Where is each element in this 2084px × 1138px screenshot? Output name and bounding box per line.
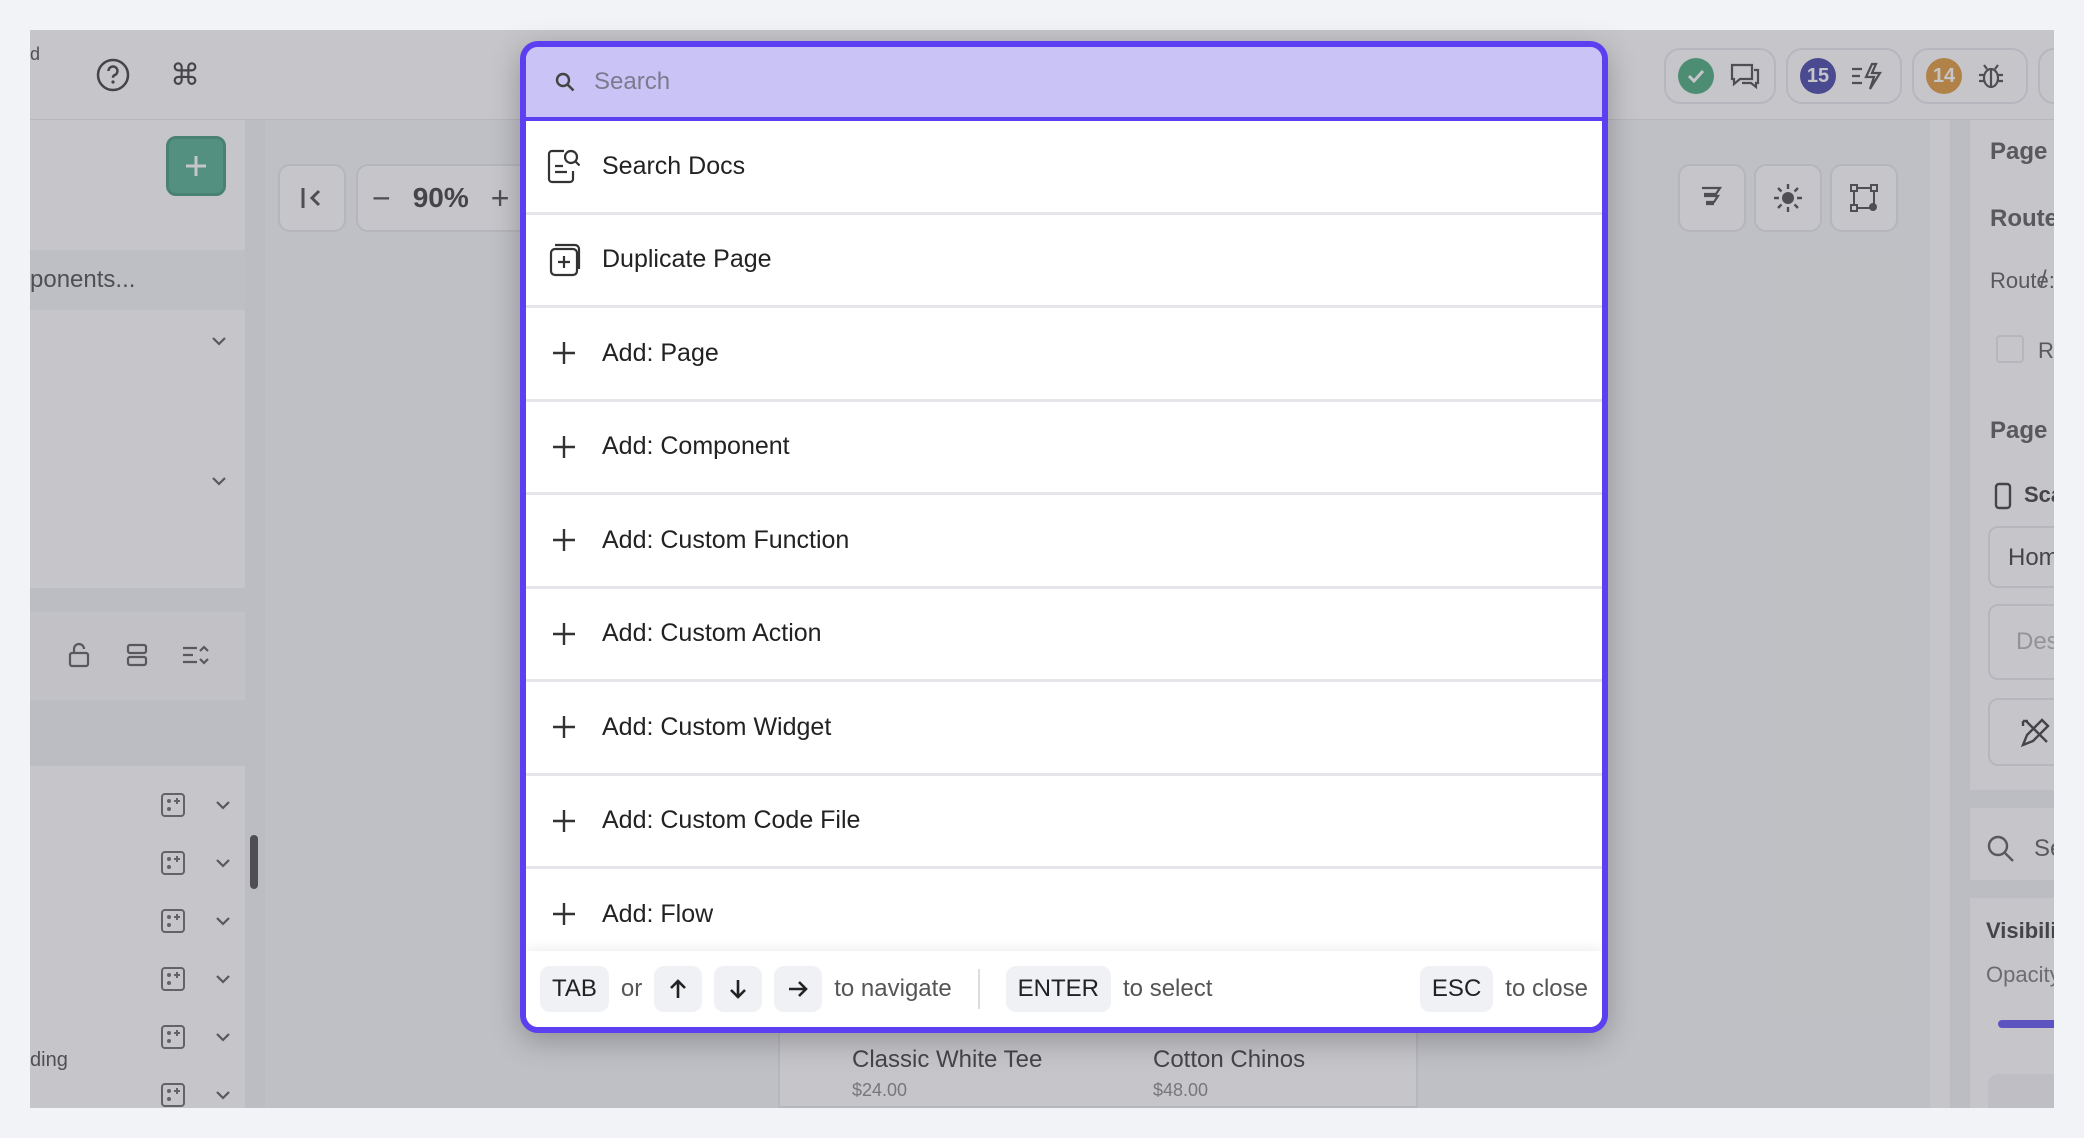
palette-item-label: Add: Page: [602, 338, 719, 367]
navigate-hint: to navigate: [834, 975, 952, 1002]
plus-icon: [544, 520, 584, 560]
plus-icon: [544, 427, 584, 467]
palette-item-label: Add: Custom Action: [602, 619, 822, 648]
palette-item-duplicate-page[interactable]: Duplicate Page: [526, 215, 1602, 308]
palette-item-label: Add: Component: [602, 432, 790, 461]
palette-item-label: Search Docs: [602, 151, 746, 180]
palette-item-add-custom-function[interactable]: Add: Custom Function: [526, 495, 1602, 589]
plus-icon: [544, 894, 584, 934]
duplicate-page-icon: [544, 240, 584, 280]
palette-search-bar: [526, 47, 1602, 121]
palette-item-label: Duplicate Page: [602, 245, 772, 274]
plus-icon: [544, 614, 584, 654]
palette-item-add-custom-action[interactable]: Add: Custom Action: [526, 589, 1602, 682]
palette-item-search-docs[interactable]: Search Docs: [526, 121, 1602, 215]
palette-search-input[interactable]: [594, 68, 1494, 96]
palette-footer: TAB or to navigate ENTER to select ESC t…: [526, 951, 1602, 1027]
palette-item-add-custom-code-file[interactable]: Add: Custom Code File: [526, 776, 1602, 869]
or-text: or: [620, 975, 643, 1002]
palette-item-label: Add: Custom Code File: [602, 806, 861, 835]
enter-key: ENTER: [1005, 966, 1112, 1012]
command-palette: Search Docs Duplicate Page Add: Page Add…: [520, 41, 1608, 1033]
palette-item-add-custom-widget[interactable]: Add: Custom Widget: [526, 682, 1602, 776]
palette-item-add-flow[interactable]: Add: Flow: [526, 869, 1602, 963]
plus-icon: [544, 333, 584, 373]
palette-item-label: Add: Custom Function: [602, 525, 850, 554]
palette-item-label: Add: Flow: [602, 899, 714, 928]
select-hint: to select: [1123, 975, 1213, 1002]
esc-key: ESC: [1419, 966, 1494, 1012]
tab-key: TAB: [540, 966, 609, 1012]
close-hint: to close: [1505, 975, 1588, 1002]
search-icon: [555, 72, 575, 92]
plus-icon: [544, 707, 584, 747]
plus-icon: [544, 801, 584, 841]
arrow-down-icon: [714, 966, 763, 1012]
footer-divider: [977, 969, 980, 1009]
arrow-right-icon: [774, 966, 823, 1012]
search-docs-icon: [544, 146, 584, 186]
arrow-up-icon: [654, 966, 703, 1012]
palette-item-label: Add: Custom Widget: [602, 712, 832, 741]
palette-item-add-component[interactable]: Add: Component: [526, 402, 1602, 495]
palette-item-add-page[interactable]: Add: Page: [526, 308, 1602, 402]
